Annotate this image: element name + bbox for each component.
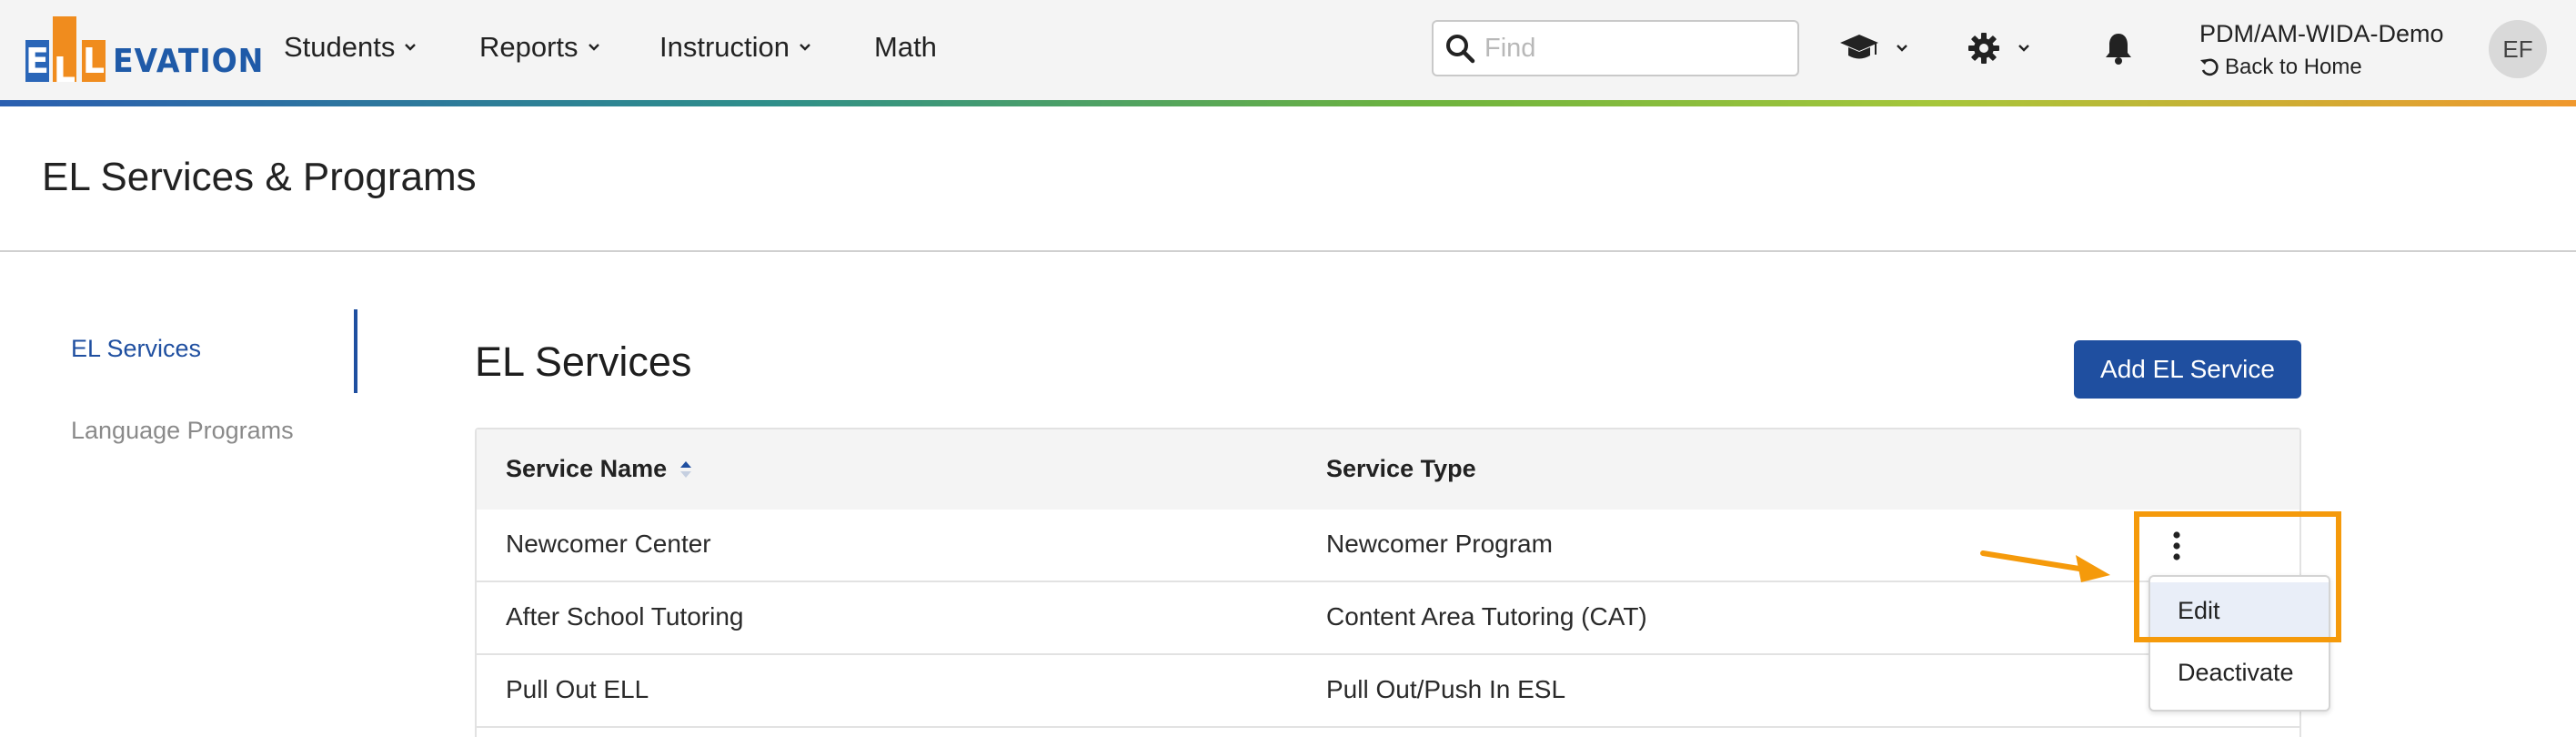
logo-letter-l1: L	[53, 16, 76, 90]
el-services-table: Service Name Service Type Newcomer Cente…	[475, 428, 2301, 737]
service-type-cell: Pull Out/Push In ESL	[1326, 675, 1566, 703]
service-type-cell: Content Area Tutoring (CAT)	[1326, 602, 1647, 631]
add-el-service-button[interactable]: Add EL Service	[2074, 340, 2301, 399]
service-name-cell: Newcomer Center	[506, 530, 711, 558]
search-box[interactable]	[1432, 20, 1799, 76]
sidebar-active-indicator	[354, 309, 357, 393]
logo-letter-l2: L	[82, 40, 106, 82]
table-row[interactable]: Pull Out ELL Pull Out/Push In ESL	[477, 655, 2299, 728]
chevron-down-icon	[800, 44, 810, 51]
menu-item-edit[interactable]: Edit	[2150, 582, 2329, 639]
sort-ascending-icon	[680, 460, 692, 478]
district-name: PDM/AM-WIDA-Demo	[2199, 20, 2444, 47]
top-navigation-bar: E L L EVATION Students Reports Instructi…	[0, 0, 2576, 100]
logo-letter-e: E	[25, 40, 49, 82]
nav-students[interactable]: Students	[284, 27, 417, 67]
chevron-down-icon	[588, 44, 599, 51]
sidebar-item-language-programs[interactable]: Language Programs	[71, 417, 294, 445]
nav-reports[interactable]: Reports	[479, 27, 600, 67]
sidebar-item-el-services[interactable]: EL Services	[71, 335, 201, 363]
back-to-home-label: Back to Home	[2225, 55, 2362, 79]
header-divider	[0, 250, 2576, 252]
nav-instruction-label: Instruction	[659, 31, 790, 63]
brand-gradient-stripe	[0, 100, 2576, 106]
section-title: EL Services	[475, 338, 692, 385]
column-header-label: Service Type	[1326, 455, 1476, 482]
ellevation-logo[interactable]: E L L EVATION	[25, 16, 263, 90]
column-header-service-type[interactable]: Service Type	[1326, 455, 1476, 483]
gear-icon	[1968, 33, 1999, 64]
kebab-menu-icon[interactable]	[2163, 528, 2190, 564]
graduation-menu[interactable]	[1839, 29, 1908, 67]
graduation-cap-icon	[1840, 35, 1878, 59]
nav-reports-label: Reports	[479, 31, 579, 63]
nav-students-label: Students	[284, 31, 396, 63]
page-title: EL Services & Programs	[42, 155, 477, 199]
service-name-cell: Pull Out ELL	[506, 675, 649, 703]
menu-item-deactivate[interactable]: Deactivate	[2150, 644, 2329, 701]
service-type-cell: Newcomer Program	[1326, 530, 1553, 558]
search-icon	[1446, 35, 1475, 64]
search-input[interactable]	[1483, 32, 1777, 65]
chevron-down-icon	[2018, 45, 2029, 52]
nav-math-label: Math	[874, 31, 937, 63]
table-row[interactable]: Newcomer Center Newcomer Program	[477, 510, 2299, 582]
back-to-home-link[interactable]: Back to Home	[2199, 55, 2362, 80]
nav-instruction[interactable]: Instruction	[659, 27, 811, 67]
undo-icon	[2200, 58, 2219, 76]
table-header: Service Name Service Type	[477, 429, 2299, 511]
row-actions-dropdown: Edit Deactivate	[2148, 575, 2330, 712]
column-header-label: Service Name	[506, 455, 668, 482]
table-row[interactable]: After School Tutoring Content Area Tutor…	[477, 582, 2299, 655]
settings-menu[interactable]	[1967, 29, 2030, 67]
user-avatar[interactable]: EF	[2489, 20, 2547, 78]
nav-math[interactable]: Math	[874, 27, 937, 67]
notifications-button[interactable]	[2103, 29, 2134, 67]
bell-icon	[2106, 34, 2131, 65]
chevron-down-icon	[1897, 45, 1907, 52]
logo-wordmark: EVATION	[113, 43, 265, 80]
column-header-service-name[interactable]: Service Name	[506, 455, 692, 483]
chevron-down-icon	[405, 44, 417, 51]
service-name-cell: After School Tutoring	[506, 602, 744, 631]
